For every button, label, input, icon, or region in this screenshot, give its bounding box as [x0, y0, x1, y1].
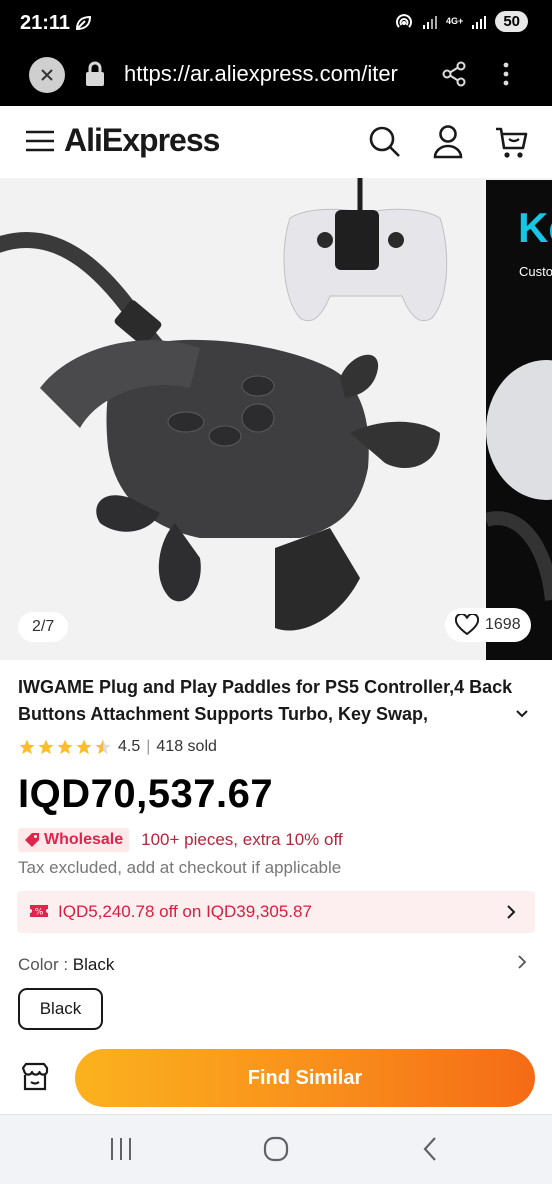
store-icon[interactable] — [20, 1062, 50, 1092]
product-title[interactable]: IWGAME Plug and Play Paddles for PS5 Con… — [18, 674, 524, 728]
star-rating — [18, 738, 112, 756]
url-text[interactable]: https://ar.aliexpress.com/iter — [124, 61, 424, 87]
action-bar: Find Similar — [0, 1040, 552, 1114]
product-gallery[interactable]: Ke Custo 2/7 1698 — [0, 178, 552, 660]
heart-icon — [455, 614, 479, 636]
recents-icon[interactable] — [108, 1135, 134, 1163]
wholesale-badge: Wholesale — [18, 828, 130, 852]
star-icon — [76, 739, 92, 755]
browser-url-bar: https://ar.aliexpress.com/iter — [0, 46, 552, 106]
menu-icon[interactable] — [25, 129, 55, 153]
leaf-icon — [75, 15, 92, 31]
account-icon[interactable] — [432, 124, 464, 160]
status-time: 21:11 — [20, 12, 71, 34]
signal-icon — [423, 15, 438, 29]
star-icon — [38, 739, 54, 755]
chevron-right-icon — [507, 905, 516, 919]
variant-chip-black[interactable]: Black — [18, 988, 103, 1030]
chevron-down-icon[interactable] — [514, 706, 530, 722]
color-label: Color : Black — [18, 955, 114, 975]
color-value: Black — [72, 955, 115, 974]
sold-count: 418 sold — [156, 738, 217, 755]
wholesale-text: 100+ pieces, extra 10% off — [141, 830, 343, 849]
search-icon[interactable] — [368, 124, 402, 160]
rating-divider: | — [146, 738, 151, 755]
color-label-prefix: Color : — [18, 955, 73, 974]
product-price: IQD70,537.67 — [18, 772, 274, 816]
tag-icon — [25, 833, 39, 847]
back-icon[interactable] — [420, 1135, 440, 1163]
cart-icon[interactable] — [494, 124, 528, 160]
home-icon[interactable] — [262, 1135, 290, 1163]
next-image-art — [486, 360, 552, 601]
coupon-banner[interactable]: % IQD5,240.78 off on IQD39,305.87 — [17, 891, 535, 933]
lock-icon — [86, 61, 104, 86]
wishlist-button[interactable]: 1698 — [445, 608, 531, 642]
share-icon[interactable] — [440, 60, 468, 88]
image-counter: 2/7 — [18, 612, 69, 642]
close-icon — [41, 69, 53, 81]
coupon-icon: % — [30, 905, 48, 918]
star-icon — [19, 739, 35, 755]
tax-note: Tax excluded, add at checkout if applica… — [18, 858, 342, 877]
signal-icon-2 — [472, 15, 487, 29]
product-image-paddles — [0, 178, 448, 631]
battery-indicator: 50 — [495, 11, 528, 32]
half-star-icon — [95, 739, 111, 755]
wishlist-count: 1698 — [485, 616, 521, 633]
status-bar: 21:11 4G+ 50 — [0, 0, 552, 46]
close-tab-button[interactable] — [29, 57, 65, 93]
site-header: AliExpress — [0, 106, 552, 178]
rating-value: 4.5 — [118, 738, 141, 755]
wholesale-badge-label: Wholesale — [44, 831, 124, 848]
rating-row[interactable]: 4.5 | 418 sold — [18, 738, 217, 756]
chevron-right-icon[interactable] — [516, 954, 528, 970]
star-icon — [57, 739, 73, 755]
product-image[interactable] — [0, 178, 484, 660]
aliexpress-logo[interactable]: AliExpress — [64, 122, 220, 159]
svg-text:%: % — [35, 908, 44, 918]
find-similar-button[interactable]: Find Similar — [75, 1049, 535, 1107]
more-menu-icon[interactable] — [496, 60, 516, 88]
wholesale-row[interactable]: Wholesale 100+ pieces, extra 10% off — [18, 828, 343, 852]
network-type: 4G+ — [446, 16, 464, 26]
system-nav-bar — [0, 1114, 552, 1184]
coupon-text: IQD5,240.78 off on IQD39,305.87 — [58, 902, 312, 921]
hotspot-icon — [396, 13, 412, 28]
next-product-image[interactable]: Ke Custo — [486, 180, 552, 660]
